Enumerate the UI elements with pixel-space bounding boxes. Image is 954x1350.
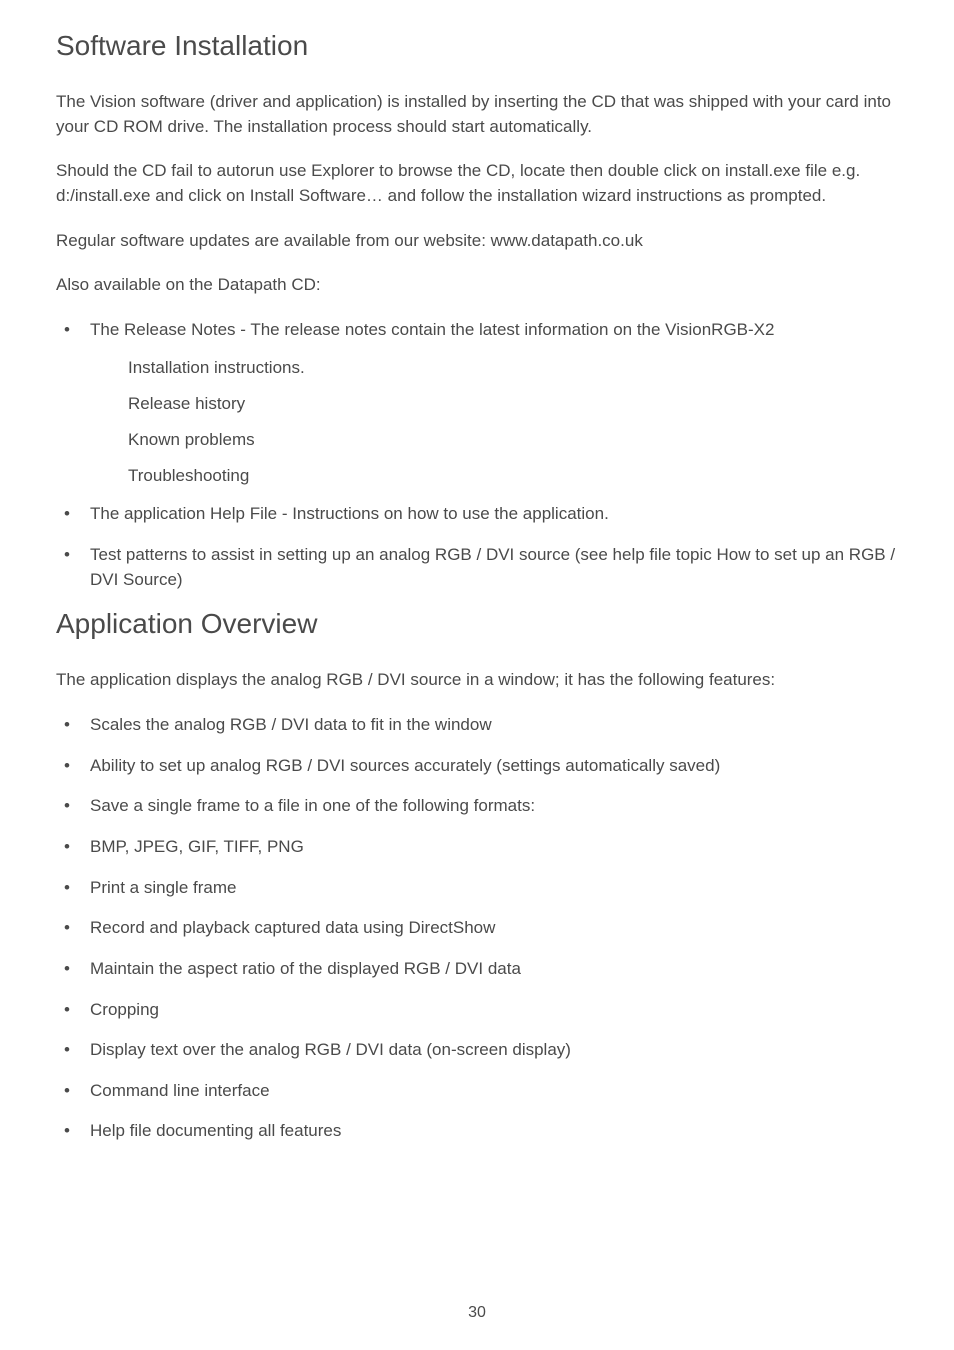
para-intro-2: Should the CD fail to autorun use Explor… xyxy=(56,159,898,208)
list-item-scales: Scales the analog RGB / DVI data to fit … xyxy=(56,713,898,738)
para-intro-4: Also available on the Datapath CD: xyxy=(56,273,898,298)
list-item-save-frame: Save a single frame to a file in one of … xyxy=(56,794,898,819)
para-intro-1: The Vision software (driver and applicat… xyxy=(56,90,898,139)
list-features: Scales the analog RGB / DVI data to fit … xyxy=(56,713,898,1144)
sub-list-release-notes: Installation instructions. Release histo… xyxy=(128,358,898,486)
list-item-print-frame: Print a single frame xyxy=(56,876,898,901)
list-item-cli: Command line interface xyxy=(56,1079,898,1104)
list-item-test-patterns: Test patterns to assist in setting up an… xyxy=(56,543,898,592)
list-cd-contents-continued: The application Help File - Instructions… xyxy=(56,502,898,592)
heading-application-overview: Application Overview xyxy=(56,608,898,640)
sub-item-release-history: Release history xyxy=(128,394,898,414)
list-item-help-file: The application Help File - Instructions… xyxy=(56,502,898,527)
list-item-release-notes: The Release Notes - The release notes co… xyxy=(56,318,898,343)
sub-item-installation-instructions: Installation instructions. xyxy=(128,358,898,378)
page-number: 30 xyxy=(0,1304,954,1322)
list-item-aspect-ratio: Maintain the aspect ratio of the display… xyxy=(56,957,898,982)
list-item-record-playback: Record and playback captured data using … xyxy=(56,916,898,941)
para-overview-intro: The application displays the analog RGB … xyxy=(56,668,898,693)
list-item-setup-sources: Ability to set up analog RGB / DVI sourc… xyxy=(56,754,898,779)
sub-item-known-problems: Known problems xyxy=(128,430,898,450)
list-item-help-doc: Help file documenting all features xyxy=(56,1119,898,1144)
list-item-formats: BMP, JPEG, GIF, TIFF, PNG xyxy=(56,835,898,860)
para-intro-3: Regular software updates are available f… xyxy=(56,229,898,254)
document-page: Software Installation The Vision softwar… xyxy=(0,0,954,1350)
heading-software-installation: Software Installation xyxy=(56,30,898,62)
sub-item-troubleshooting: Troubleshooting xyxy=(128,466,898,486)
list-cd-contents: The Release Notes - The release notes co… xyxy=(56,318,898,343)
list-item-cropping: Cropping xyxy=(56,998,898,1023)
list-item-osd: Display text over the analog RGB / DVI d… xyxy=(56,1038,898,1063)
